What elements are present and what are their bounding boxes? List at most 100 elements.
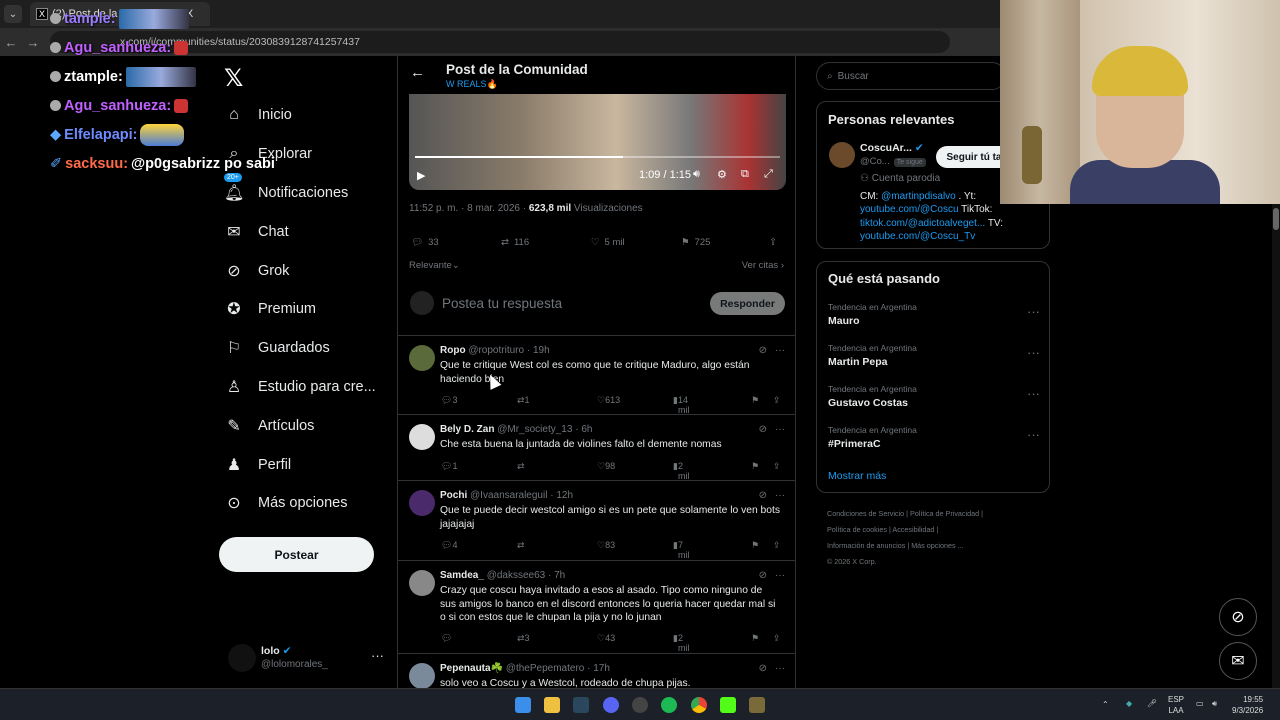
sidebar-item-guardados[interactable]: ⚐ Guardados: [224, 329, 376, 368]
reply-action[interactable]: 💬︎ 1: [441, 461, 457, 472]
repost-action[interactable]: ⇄ 3: [517, 633, 530, 644]
tab-list-button[interactable]: ⌄: [4, 5, 22, 23]
sidebar-item-chat[interactable]: ✉ Chat: [224, 212, 376, 251]
more-icon[interactable]: ···: [775, 345, 785, 356]
avatar[interactable]: [409, 663, 435, 688]
like-action[interactable]: ♡ 5 mil: [591, 237, 625, 248]
microphone-icon[interactable]: 🎤︎: [1147, 698, 1157, 709]
trend-item[interactable]: Tendencia en Argentina Mauro ···: [828, 302, 1040, 327]
avatar[interactable]: [409, 424, 435, 450]
sidebar-item-notificaciones[interactable]: 🔔︎ 20+ Notificaciones: [224, 172, 376, 213]
share-icon[interactable]: ⇪: [773, 540, 781, 551]
footer-link[interactable]: Información de anuncios: [827, 541, 905, 550]
play-icon[interactable]: ▶: [417, 169, 425, 182]
profile-name[interactable]: CoscuAr... ✔: [860, 142, 924, 154]
file-explorer-icon[interactable]: [544, 697, 560, 713]
trend-item[interactable]: Tendencia en Argentina #PrimeraC ···: [828, 425, 1040, 450]
more-icon[interactable]: ···: [775, 424, 785, 435]
more-icon[interactable]: ···: [775, 663, 785, 674]
share-icon[interactable]: ⇪: [773, 633, 781, 644]
reply-input[interactable]: Postea tu respuesta: [442, 296, 562, 311]
like-action[interactable]: ♡ 83: [597, 540, 615, 551]
bio-link[interactable]: @martinpdisalvo: [881, 191, 956, 202]
grok-icon[interactable]: ⊘: [759, 570, 767, 581]
app-icon[interactable]: [749, 697, 765, 713]
chrome-icon[interactable]: [691, 697, 707, 713]
tweet-author[interactable]: Pepenauta☘️: [440, 663, 503, 674]
settings-gear-icon[interactable]: ⚙︎: [717, 168, 727, 181]
share-icon[interactable]: ⇪: [773, 461, 781, 472]
avatar[interactable]: [409, 345, 435, 371]
sidebar-item-estudio[interactable]: ♙ Estudio para cre...: [224, 368, 376, 407]
share-icon[interactable]: ⇪: [769, 237, 777, 248]
more-icon[interactable]: ···: [371, 648, 384, 663]
list-item[interactable]: Pochi @Ivaansaraleguil · 12h ⊘ ··· Que te…: [398, 482, 795, 561]
reply-button[interactable]: Responder: [710, 292, 785, 315]
tweet-author[interactable]: Pochi: [440, 490, 467, 501]
list-item[interactable]: Pepenauta☘️ @thePepematero · 17h ⊘ ··· so…: [398, 655, 795, 688]
shield-icon[interactable]: ◆: [1126, 698, 1132, 709]
trend-item[interactable]: Tendencia en Argentina Martin Pepa ···: [828, 343, 1040, 368]
volume-icon[interactable]: 🔊︎: [1212, 698, 1217, 709]
pip-icon[interactable]: ⧉: [741, 168, 749, 181]
like-action[interactable]: ♡ 613: [597, 395, 620, 406]
views-action[interactable]: ▮ 7 mil: [673, 540, 689, 560]
post-timestamp[interactable]: 11:52 p. m. · 8 mar. 2026 ·: [409, 203, 529, 214]
bio-link[interactable]: tiktok.com/@adictoalveget...: [860, 218, 985, 229]
kick-icon[interactable]: [720, 697, 736, 713]
sidebar-item-perfil[interactable]: ♟ Perfil: [224, 445, 376, 484]
post-button[interactable]: Postear: [219, 537, 374, 572]
reply-action[interactable]: 💬︎: [441, 633, 452, 644]
tweet-author[interactable]: Bely D. Zan: [440, 424, 494, 435]
tweet-author[interactable]: Ropo: [440, 345, 466, 356]
more-icon[interactable]: ···: [775, 570, 785, 581]
bookmark-icon[interactable]: ⚑: [751, 540, 759, 551]
repost-action[interactable]: ⇄ 116: [501, 237, 529, 248]
share-icon[interactable]: ⇪: [773, 395, 781, 406]
reply-action[interactable]: 💬︎ 3: [441, 395, 457, 406]
bookmark-icon[interactable]: ⚑: [751, 395, 759, 406]
bio-link[interactable]: youtube.com/@Coscu_Tv: [860, 231, 975, 242]
like-action[interactable]: ♡ 43: [597, 633, 615, 644]
footer-link[interactable]: Más opciones ...: [911, 541, 963, 550]
grok-icon[interactable]: ⊘: [759, 490, 767, 501]
fullscreen-icon[interactable]: ⤢: [764, 168, 773, 181]
chevron-down-icon[interactable]: ⌄: [452, 260, 460, 271]
repost-action[interactable]: ⇄ 1: [517, 395, 530, 406]
grok-icon[interactable]: ⊘: [1219, 598, 1257, 636]
tweet-author[interactable]: Samdea_: [440, 570, 484, 581]
footer-link[interactable]: Política de Privacidad: [910, 509, 979, 518]
avatar[interactable]: [409, 570, 435, 596]
views-action[interactable]: ▮ 2 mil: [673, 461, 689, 481]
reply-action[interactable]: 💬︎ 4: [441, 540, 457, 551]
footer-link[interactable]: Condiciones de Servicio: [827, 509, 904, 518]
mail-icon[interactable]: ✉: [1219, 642, 1257, 680]
search-input[interactable]: ⌕ Buscar: [816, 62, 1006, 90]
community-link[interactable]: W REALS🔥: [446, 79, 498, 90]
language-indicator[interactable]: ESP LAA: [1168, 694, 1184, 716]
avatar[interactable]: [829, 142, 855, 168]
back-arrow-icon[interactable]: ←: [410, 64, 425, 81]
sort-dropdown[interactable]: Relevante: [409, 260, 452, 271]
spotify-icon[interactable]: [661, 697, 677, 713]
scrollbar[interactable]: [1272, 204, 1280, 688]
sidebar-item-grok[interactable]: ⊘ Grok: [224, 251, 376, 290]
discord-icon[interactable]: [603, 697, 619, 713]
bookmark-action[interactable]: ⚑ 725: [681, 237, 710, 248]
back-arrow-icon[interactable]: ←: [0, 35, 22, 50]
obs-icon[interactable]: [632, 697, 648, 713]
bookmark-icon[interactable]: ⚑: [751, 633, 759, 644]
bio-link[interactable]: youtube.com/@Coscu: [860, 204, 959, 215]
scrollbar-thumb[interactable]: [1273, 208, 1279, 230]
more-icon[interactable]: ···: [775, 490, 785, 501]
sidebar-item-premium[interactable]: ✪ Premium: [224, 290, 376, 329]
views-action[interactable]: ▮ 2 mil: [673, 633, 689, 653]
network-icon[interactable]: ▭: [1196, 698, 1204, 709]
footer-link[interactable]: Política de cookies: [827, 525, 887, 534]
footer-link[interactable]: Accesibilidad: [892, 525, 934, 534]
more-icon[interactable]: ···: [1027, 427, 1040, 442]
reply-action[interactable]: 💬︎ 33: [411, 237, 439, 248]
clock[interactable]: 19:55 9/3/2026: [1232, 694, 1263, 716]
chevron-up-icon[interactable]: ⌃: [1102, 699, 1109, 710]
sidebar-item-articulos[interactable]: ✎ Artículos: [224, 406, 376, 445]
